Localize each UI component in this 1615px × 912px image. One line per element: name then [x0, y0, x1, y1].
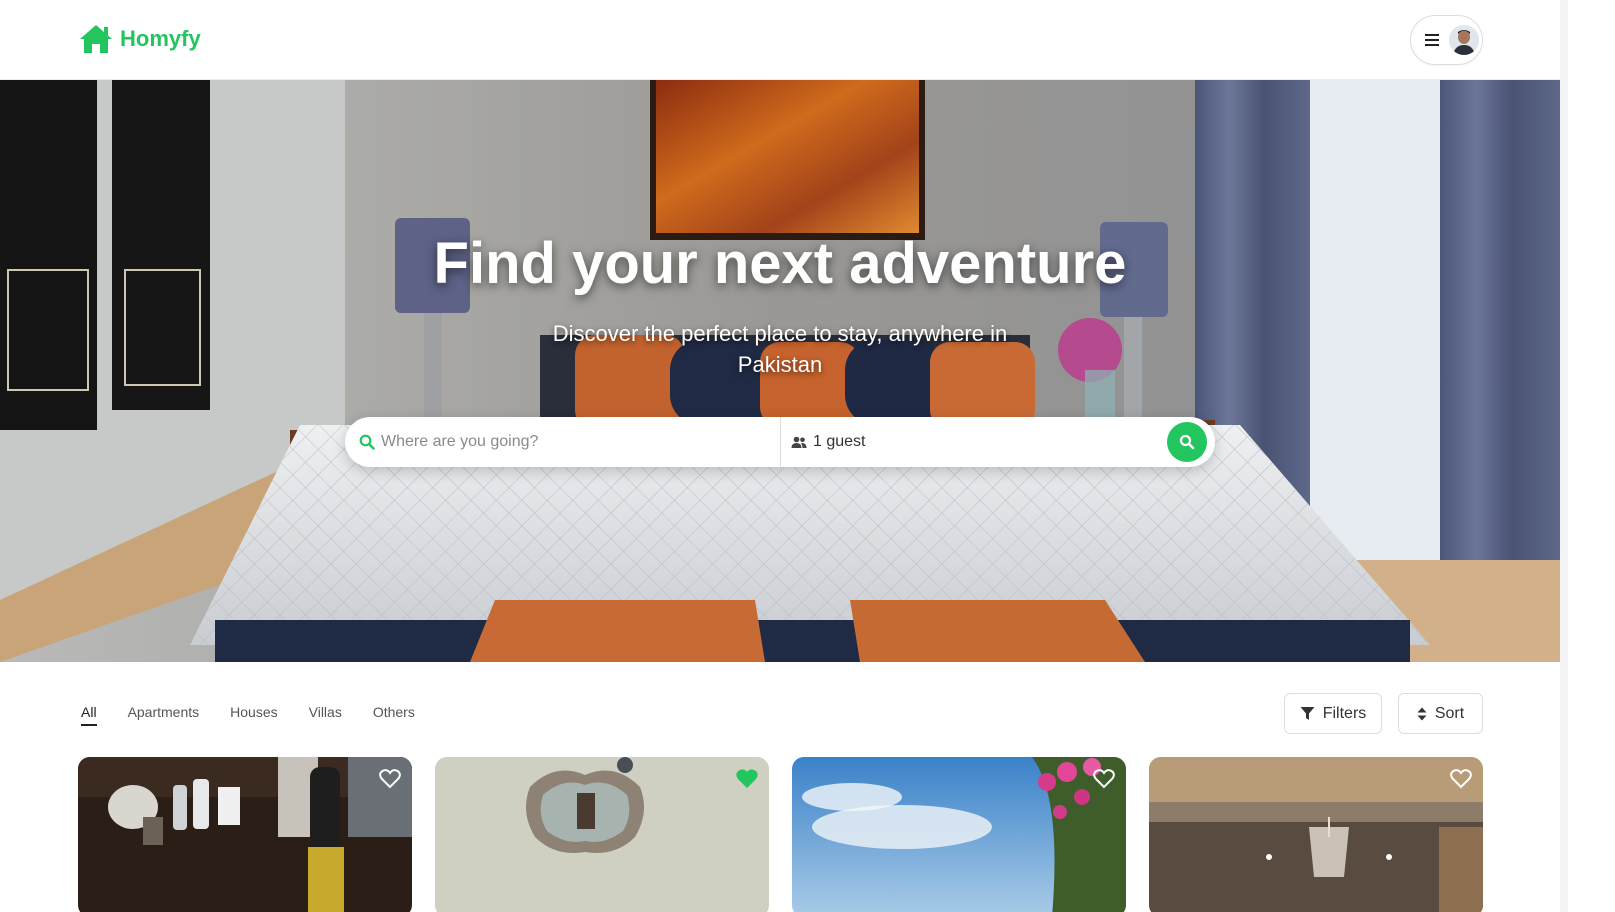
hero-subtitle: Discover the perfect place to stay, anyw…	[552, 321, 1008, 377]
search-icon	[359, 434, 375, 450]
page-scrollbar[interactable]	[1560, 0, 1568, 912]
search-bar: 1 guest	[345, 417, 1215, 467]
sort-label: Sort	[1434, 704, 1465, 722]
listing-image	[1149, 757, 1483, 912]
top-navbar: Homyfy	[0, 0, 1560, 80]
hero-banner: Find your next adventure Discover the pe…	[0, 80, 1560, 662]
heart-filled-icon[interactable]	[736, 769, 758, 789]
sort-icon	[1417, 707, 1427, 720]
filter-icon	[1300, 707, 1315, 720]
destination-field[interactable]	[345, 417, 781, 467]
heart-outline-icon[interactable]	[1450, 769, 1472, 789]
house-icon	[80, 25, 112, 53]
tab-others[interactable]: Others	[373, 704, 415, 726]
category-tabs: All Apartments Houses Villas Others	[81, 704, 415, 726]
user-menu-button[interactable]	[1410, 15, 1483, 65]
brand-name: Homyfy	[120, 26, 201, 51]
filters-label: Filters	[1322, 704, 1367, 722]
listing-image	[435, 757, 769, 912]
listing-image	[78, 757, 412, 912]
destination-input[interactable]	[381, 433, 761, 451]
user-avatar	[1449, 25, 1479, 55]
listing-card[interactable]	[78, 757, 412, 912]
tab-all[interactable]: All	[81, 704, 97, 726]
listing-image	[792, 757, 1126, 912]
sort-button[interactable]: Sort	[1398, 693, 1483, 734]
tab-houses[interactable]: Houses	[230, 704, 277, 726]
guests-selector[interactable]: 1 guest	[791, 417, 865, 467]
hamburger-icon	[1425, 34, 1439, 46]
brand-logo[interactable]: Homyfy	[78, 23, 201, 55]
search-icon	[1179, 434, 1195, 450]
filters-button[interactable]: Filters	[1284, 693, 1382, 734]
guests-value: 1 guest	[813, 433, 866, 450]
heart-outline-icon[interactable]	[379, 769, 401, 789]
users-icon	[791, 436, 807, 448]
hero-title: Find your next adventure	[433, 231, 1127, 296]
listing-card[interactable]	[792, 757, 1126, 912]
heart-outline-icon[interactable]	[1093, 769, 1115, 789]
search-button[interactable]	[1167, 422, 1207, 462]
tab-villas[interactable]: Villas	[309, 704, 342, 726]
listing-card[interactable]	[435, 757, 769, 912]
tab-apartments[interactable]: Apartments	[128, 704, 200, 726]
listing-card[interactable]	[1149, 757, 1483, 912]
